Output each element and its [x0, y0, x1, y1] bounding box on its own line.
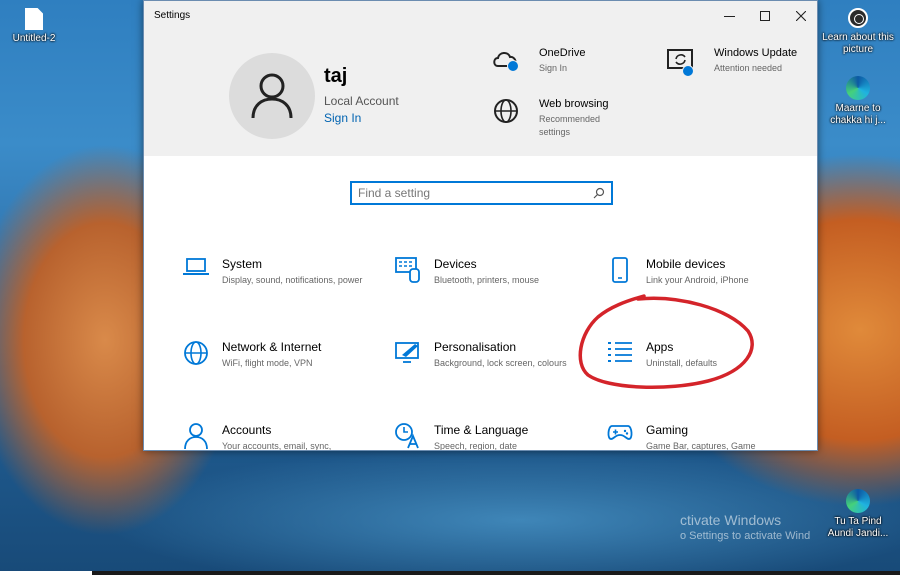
desktop-icon-edge-shortcut-2[interactable]: Tu Ta Pind Aundi Jandi... [822, 489, 894, 540]
tile-subtitle: Uninstall, defaults [646, 358, 718, 368]
desktop-icon-untitled-2[interactable]: Untitled-2 [0, 8, 70, 44]
watermark-line2: o Settings to activate Wind [680, 530, 811, 542]
title-bar[interactable]: Settings [144, 1, 817, 31]
maximize-icon [760, 11, 770, 21]
tile-title: System [222, 257, 263, 271]
tile-title: Gaming [646, 423, 689, 437]
tile-devices[interactable]: Devices Bluetooth, printers, mouse [394, 257, 584, 287]
gamepad-icon [606, 423, 634, 450]
tile-subtitle: Bluetooth, printers, mouse [434, 275, 540, 285]
tile-title: Apps [646, 340, 674, 354]
close-icon [796, 11, 806, 21]
avatar[interactable] [229, 53, 315, 139]
globe-icon [489, 98, 523, 132]
window-title: Settings [154, 10, 191, 21]
close-button[interactable] [783, 1, 817, 31]
camera-icon [848, 8, 868, 28]
tile-title: Personalisation [434, 340, 517, 354]
tile-subtitle: Link your Android, iPhone [646, 275, 749, 285]
desktop-icon-learn-about-picture[interactable]: Learn about this picture [822, 8, 894, 56]
cloud-icon [489, 47, 523, 81]
web-browsing-subtitle: Recommended settings [539, 114, 601, 137]
person-icon [182, 423, 210, 450]
desktop-icon-label: Learn about this picture [822, 32, 894, 55]
windows-update-item[interactable]: Windows Update Attention needed [664, 47, 797, 81]
search-icon[interactable] [593, 186, 605, 204]
windows-update-subtitle: Attention needed [714, 63, 783, 73]
watermark-line1: ctivate Windows [680, 512, 782, 528]
tile-gaming[interactable]: Gaming Game Bar, captures, Game [606, 423, 796, 451]
tile-title: Accounts [222, 423, 272, 437]
tile-title: Time & Language [434, 423, 529, 437]
profile-name: taj [324, 65, 348, 87]
tile-subtitle: WiFi, flight mode, VPN [222, 358, 313, 368]
tile-title: Network & Internet [222, 340, 322, 354]
edge-icon [846, 489, 870, 513]
tile-mobile-devices[interactable]: Mobile devices Link your Android, iPhone [606, 257, 796, 287]
tile-title: Mobile devices [646, 257, 726, 271]
apps-list-icon [606, 340, 634, 368]
laptop-icon [182, 257, 210, 285]
search-box[interactable] [350, 181, 613, 205]
phone-icon [606, 257, 634, 285]
keyboard-icon [394, 257, 422, 285]
windows-update-title: Windows Update [714, 47, 798, 59]
desktop-icon-label: Tu Ta Pind Aundi Jandi... [827, 516, 889, 539]
tile-subtitle: Game Bar, captures, Game [646, 441, 756, 451]
web-browsing-item[interactable]: Web browsing Recommended settings [489, 98, 619, 139]
person-icon [251, 73, 293, 119]
taskbar-edge [0, 571, 900, 575]
globe-icon [182, 340, 210, 368]
tile-system[interactable]: System Display, sound, notifications, po… [182, 257, 372, 287]
tile-time-language[interactable]: Time & Language Speech, region, date [394, 423, 584, 451]
onedrive-item[interactable]: OneDrive Sign In [489, 47, 585, 81]
desktop-icon-edge-shortcut-1[interactable]: Maarne to chakka hi j... [822, 76, 894, 127]
tile-subtitle: Your accounts, email, sync, [222, 441, 332, 451]
minimize-icon [723, 15, 735, 17]
sign-in-link[interactable]: Sign In [324, 111, 361, 125]
web-browsing-title: Web browsing [539, 98, 609, 110]
tile-title: Devices [434, 257, 477, 271]
onedrive-title: OneDrive [539, 47, 586, 59]
tile-network-internet[interactable]: Network & Internet WiFi, flight mode, VP… [182, 340, 372, 370]
desktop-icon-label: Untitled-2 [12, 33, 56, 44]
account-type: Local Account [324, 94, 399, 108]
maximize-button[interactable] [747, 1, 783, 31]
tile-personalisation[interactable]: Personalisation Background, lock screen,… [394, 340, 584, 370]
time-language-icon [394, 423, 422, 450]
search-input[interactable] [352, 183, 582, 203]
tile-subtitle: Display, sound, notifications, power [222, 275, 363, 285]
activate-windows-watermark: ctivate Windows o Settings to activate W… [680, 512, 810, 542]
edge-icon [846, 76, 870, 100]
desktop-icon-label: Maarne to chakka hi j... [830, 103, 886, 126]
tile-subtitle: Background, lock screen, colours [434, 358, 567, 368]
tile-subtitle: Speech, region, date [434, 441, 518, 451]
tile-accounts[interactable]: Accounts Your accounts, email, sync, [182, 423, 372, 451]
tile-apps[interactable]: Apps Uninstall, defaults [606, 340, 796, 370]
file-icon [25, 8, 43, 30]
paintbrush-icon [394, 340, 422, 368]
minimize-button[interactable] [711, 1, 747, 31]
update-icon [664, 47, 698, 81]
onedrive-subtitle: Sign In [539, 63, 568, 73]
settings-window: Settings taj Local Account Sign In OneDr… [143, 0, 818, 451]
